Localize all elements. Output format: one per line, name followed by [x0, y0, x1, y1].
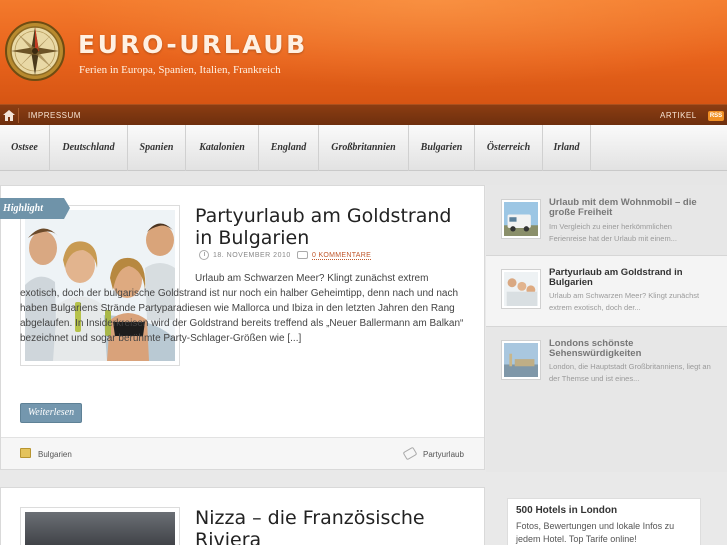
- nav-item-bulgarien[interactable]: Bulgarien: [409, 125, 475, 171]
- sidebar-post-excerpt: London, die Hauptstadt Großbritanniens, …: [549, 362, 711, 383]
- hotel-ad-widget[interactable]: 500 Hotels in London Fotos, Bewertungen …: [507, 498, 701, 545]
- folder-icon: [20, 448, 31, 458]
- camper-photo-image: [502, 200, 540, 238]
- compass-logo-icon[interactable]: [4, 20, 66, 82]
- clock-icon: [199, 250, 209, 260]
- post-title[interactable]: Partyurlaub am Goldstrand in Bulgarien: [195, 205, 465, 249]
- london-photo-image: [502, 341, 540, 379]
- spacer: [0, 171, 727, 185]
- top-utility-bar: IMPRESSUM ARTIKEL RSS: [0, 104, 727, 125]
- site-header: EURO-URLAUB Ferien in Europa, Spanien, I…: [0, 0, 727, 104]
- artikel-link[interactable]: ARTIKEL: [660, 111, 697, 120]
- nav-item-oesterreich[interactable]: Österreich: [475, 125, 543, 171]
- post-excerpt: Urlaub am Schwarzen Meer? Klingt zunächs…: [20, 271, 467, 346]
- post-excerpt-text: Urlaub am Schwarzen Meer? Klingt zunächs…: [20, 273, 464, 344]
- sidebar-post-title[interactable]: Urlaub mit dem Wohnmobil – die große Fre…: [549, 198, 709, 218]
- nav-item-spanien[interactable]: Spanien: [128, 125, 186, 171]
- nav-item-england[interactable]: England: [259, 125, 319, 171]
- widget-text: Fotos, Bewertungen und lokale Infos zu j…: [516, 521, 675, 544]
- widget-title[interactable]: 500 Hotels in London: [516, 505, 692, 516]
- comment-icon: [297, 251, 308, 259]
- site-title[interactable]: EURO-URLAUB: [78, 30, 308, 59]
- nav-item-grossbritannien[interactable]: Großbritannien: [319, 125, 409, 171]
- sidebar-post-item[interactable]: Londons schönste Sehenswürdigkeiten Lond…: [486, 327, 727, 397]
- divider: [18, 108, 19, 123]
- sidebar-post-item[interactable]: Partyurlaub am Goldstrand in Bulgarien U…: [486, 256, 727, 326]
- nav-item-ostsee[interactable]: Ostsee: [0, 125, 50, 171]
- tag-link[interactable]: Partyurlaub: [423, 450, 464, 459]
- nav-item-deutschland[interactable]: Deutschland: [50, 125, 128, 171]
- site-tagline: Ferien in Europa, Spanien, Italien, Fran…: [79, 64, 281, 76]
- read-more-button[interactable]: Weiterlesen: [20, 403, 82, 423]
- post-title[interactable]: Nizza – die Französische Riviera: [195, 507, 465, 545]
- highlight-badge: Highlight: [0, 198, 70, 219]
- nav-item-katalonien[interactable]: Katalonien: [186, 125, 259, 171]
- home-icon[interactable]: [3, 110, 15, 121]
- category-link[interactable]: Bulgarien: [38, 450, 72, 459]
- sidebar-post-excerpt: Urlaub am Schwarzen Meer? Klingt zunächs…: [549, 291, 700, 312]
- main-navigation: Ostsee Deutschland Spanien Katalonien En…: [0, 125, 727, 171]
- sidebar-post-item[interactable]: Urlaub mit dem Wohnmobil – die große Fre…: [486, 186, 727, 256]
- impressum-link[interactable]: IMPRESSUM: [28, 111, 81, 120]
- sidebar-post-excerpt: Im Vergleich zu einer herkömmlichen Feri…: [549, 222, 677, 243]
- rss-icon[interactable]: RSS: [708, 111, 724, 121]
- post-thumbnail[interactable]: [20, 507, 180, 545]
- post-date: 18. NOVEMBER 2010: [213, 252, 291, 259]
- nav-item-irland[interactable]: Irland: [543, 125, 591, 171]
- sidebar-post-title[interactable]: Partyurlaub am Goldstrand in Bulgarien: [549, 268, 709, 288]
- sidebar-post-title[interactable]: Londons schönste Sehenswürdigkeiten: [549, 339, 709, 359]
- city-photo-image: [25, 512, 175, 545]
- party-thumb-image: [502, 270, 540, 308]
- comments-link[interactable]: 0 KOMMENTARE: [312, 252, 372, 260]
